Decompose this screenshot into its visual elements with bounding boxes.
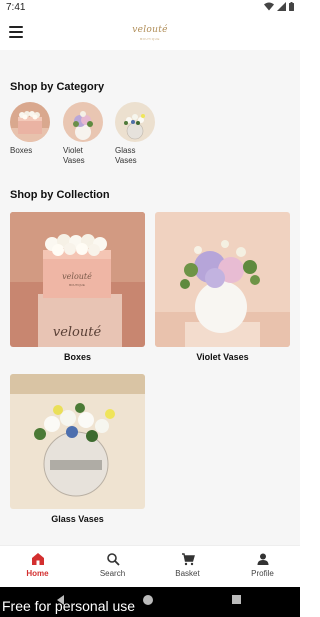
home-circle-icon[interactable] — [143, 595, 153, 605]
status-icons — [264, 2, 294, 11]
category-label: Violet Vases — [63, 146, 85, 165]
collection-card-glass-vases[interactable]: Glass Vases — [10, 374, 145, 524]
nav-label: Search — [99, 569, 126, 578]
cart-icon — [181, 553, 195, 566]
person-icon — [257, 553, 268, 565]
nav-label: Profile — [251, 569, 274, 578]
search-icon — [106, 553, 120, 566]
recent-apps-icon[interactable] — [232, 595, 241, 604]
nav-label: Basket — [175, 569, 200, 578]
category-boxes-thumbnail — [10, 102, 50, 142]
collection-boxes-image: velouté BOUTIQUE velouté — [10, 212, 145, 347]
collection-card-boxes[interactable]: velouté BOUTIQUE velouté Boxes — [10, 212, 145, 362]
category-glass-vases-thumbnail — [115, 102, 155, 142]
nav-item-home[interactable]: Home — [0, 546, 75, 587]
status-time: 7:41 — [6, 2, 26, 13]
collection-label: Glass Vases — [51, 514, 104, 524]
wifi-icon — [264, 2, 274, 11]
category-boxes[interactable]: Boxes — [10, 102, 52, 156]
status-bar: 7:41 — [0, 0, 300, 16]
category-label: Glass Vases — [115, 146, 137, 165]
collection-glass-vases-image — [10, 374, 145, 509]
collection-label: Boxes — [63, 352, 91, 362]
category-glass-vases[interactable]: Glass Vases — [115, 102, 157, 166]
nav-label: Home — [26, 569, 49, 578]
category-violet-vases-thumbnail — [63, 102, 103, 142]
collection-label: Violet Vases — [196, 352, 249, 362]
collection-card-violet-vases[interactable]: Violet Vases — [155, 212, 290, 362]
app-header: velouté BOUTIQUE — [0, 16, 300, 50]
box-brand-sub: BOUTIQUE — [69, 283, 85, 287]
collection-violet-vases-image — [155, 212, 290, 347]
brand-logo: velouté — [132, 25, 168, 35]
pedestal-brand-text: velouté — [53, 325, 102, 340]
watermark: Free for personal use — [2, 598, 136, 614]
battery-icon — [289, 2, 294, 11]
category-violet-vases[interactable]: Violet Vases — [63, 102, 105, 166]
nav-item-profile[interactable]: Profile — [225, 546, 300, 587]
nav-item-basket[interactable]: Basket — [150, 546, 225, 587]
nav-item-search[interactable]: Search — [75, 546, 150, 587]
section-title-category: Shop by Category — [10, 81, 105, 93]
box-brand-text: velouté — [62, 272, 92, 281]
section-title-collection: Shop by Collection — [10, 189, 110, 201]
system-nav-bar: Free for personal use — [0, 587, 300, 617]
brand-logo-sub: BOUTIQUE — [140, 37, 160, 41]
category-label: Boxes — [10, 146, 33, 155]
bottom-nav: Home Search Basket Profile — [0, 545, 300, 587]
signal-icon — [277, 2, 286, 11]
home-icon — [31, 553, 44, 565]
main-content[interactable]: Shop by Category Boxes Violet Vases Glas… — [0, 50, 300, 545]
